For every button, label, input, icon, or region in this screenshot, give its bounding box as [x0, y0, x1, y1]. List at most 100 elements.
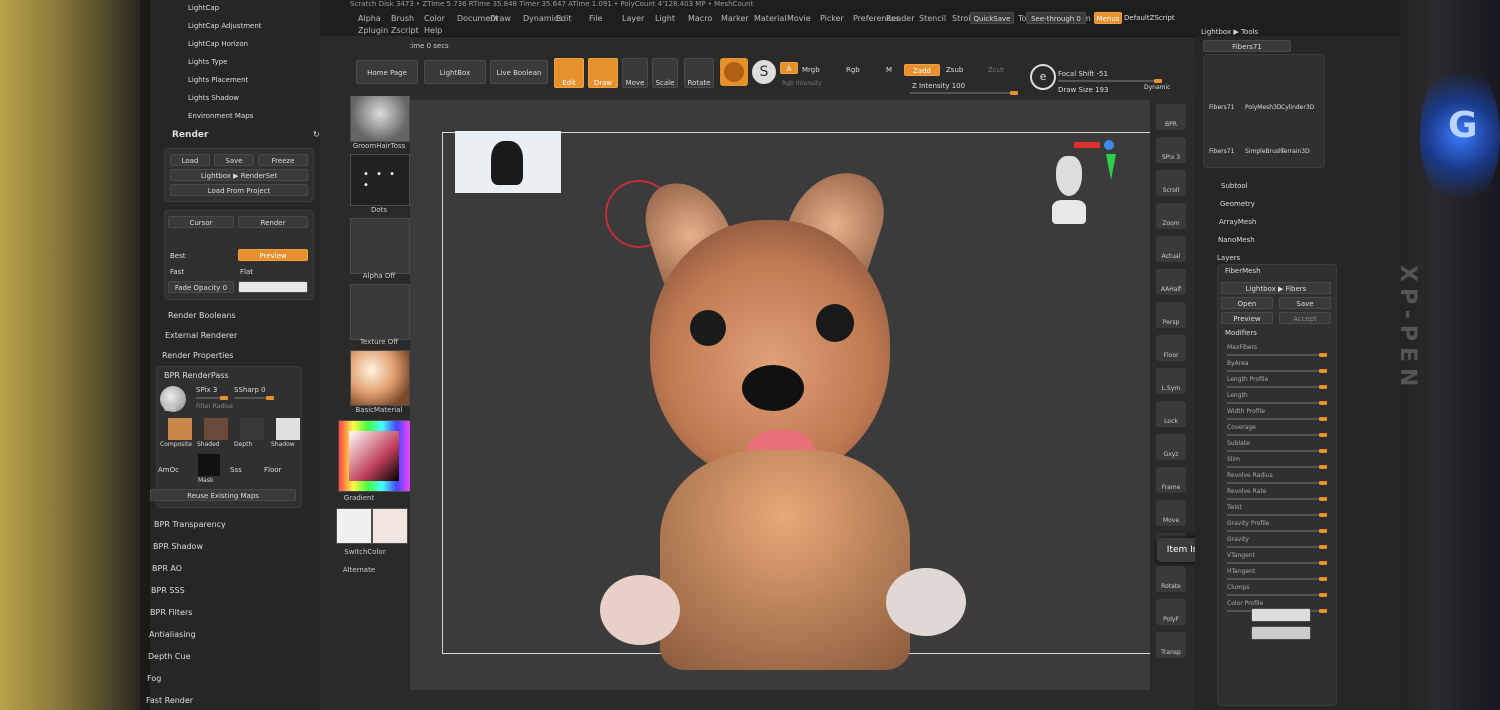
tool-section[interactable]: Geometry	[1220, 200, 1255, 208]
modifier-slider[interactable]	[1227, 481, 1327, 485]
bpr-pass-thumb[interactable]	[204, 418, 228, 440]
tool-thumb-label[interactable]: SimpleBrush	[1245, 148, 1283, 155]
modifier-slider[interactable]	[1227, 545, 1327, 549]
right-shelf-button[interactable]: Transp	[1156, 632, 1186, 658]
render-subsection[interactable]: Render Properties	[162, 351, 233, 360]
modifier-label[interactable]: ByArea	[1227, 360, 1248, 367]
modifier-label[interactable]: Length	[1227, 392, 1248, 399]
modifier-slider[interactable]	[1227, 449, 1327, 453]
menus-button[interactable]: Menus	[1094, 12, 1122, 24]
left-section-item[interactable]: BPR Filters	[150, 608, 192, 617]
modifier-slider[interactable]	[1227, 385, 1327, 389]
left-section-item[interactable]: BPR Transparency	[154, 520, 226, 529]
cursor-button[interactable]: Cursor	[168, 216, 234, 228]
left-menu-item[interactable]: Environment Maps	[188, 112, 253, 120]
modifier-slider[interactable]	[1227, 401, 1327, 405]
left-menu-item[interactable]: LightCap Horizon	[188, 40, 248, 48]
load-button[interactable]: Load	[170, 154, 210, 166]
menu-item-layer[interactable]: Layer	[622, 14, 644, 23]
scale-button[interactable]: Scale	[652, 58, 678, 88]
modifier-label[interactable]: MaxFibers	[1227, 344, 1257, 351]
secondary-color-swatch[interactable]	[372, 508, 408, 544]
tool-section[interactable]: ArrayMesh	[1219, 218, 1256, 226]
preview-button[interactable]: Preview	[238, 249, 308, 261]
tool-thumb-label[interactable]: Fibers71	[1209, 148, 1234, 155]
modifiers-title[interactable]: Modifiers	[1225, 329, 1257, 337]
fast-button[interactable]: Fast	[170, 268, 184, 276]
navigation-thumbnail[interactable]	[455, 131, 561, 193]
alternate-button[interactable]: Alternate	[324, 566, 394, 574]
edit-button[interactable]: Edit	[554, 58, 584, 88]
render-subsection[interactable]: Render Booleans	[168, 311, 236, 320]
z-intensity-slider[interactable]: Z Intensity 100	[912, 82, 965, 90]
lightbox-tools-title[interactable]: Lightbox ▶ Tools	[1201, 28, 1258, 36]
m-toggle[interactable]: M	[886, 66, 892, 74]
modifier-slider[interactable]	[1227, 417, 1327, 421]
draw-size-slider[interactable]: Draw Size 193	[1058, 86, 1108, 94]
bpr-pass-thumb[interactable]	[240, 418, 264, 440]
right-shelf-button[interactable]: Move	[1156, 500, 1186, 526]
menu-item-stencil[interactable]: Stencil	[919, 14, 946, 23]
material-orb-icon[interactable]	[720, 58, 748, 86]
spix-track[interactable]	[196, 396, 228, 400]
menu-item-help[interactable]: Help	[424, 26, 442, 35]
bpr-pass-label[interactable]: Shadow	[271, 441, 295, 448]
menu-item-movie[interactable]: Movie	[787, 14, 811, 23]
focal-shift-slider[interactable]: Focal Shift -51	[1058, 70, 1108, 78]
modifier-label[interactable]: VTangent	[1227, 552, 1255, 559]
best-button[interactable]: Best	[170, 252, 186, 260]
dynamic-toggle[interactable]: Dynamic	[1144, 84, 1170, 91]
zcut-toggle[interactable]: Zcut	[988, 66, 1004, 74]
refresh-icon[interactable]: ↻	[313, 130, 320, 139]
left-section-item[interactable]: Antialiasing	[149, 630, 196, 639]
mrgb-toggle[interactable]: Mrgb	[802, 66, 820, 74]
right-shelf-button[interactable]: Scroll	[1156, 170, 1186, 196]
flat-button[interactable]: Flat	[240, 268, 253, 276]
modifier-label[interactable]: Length Profile	[1227, 376, 1268, 383]
tool-thumb-label[interactable]: Terrain3D	[1281, 148, 1310, 155]
modifier-label[interactable]: Sublate	[1227, 440, 1250, 447]
stroke-thumb[interactable]: • • • •	[350, 154, 410, 206]
tool-section[interactable]: NanoMesh	[1218, 236, 1255, 244]
right-shelf-button[interactable]: Frame	[1156, 467, 1186, 493]
modifier-slider[interactable]	[1227, 529, 1327, 533]
alpha-thumb[interactable]	[350, 218, 410, 274]
focal-shift-track[interactable]	[1058, 79, 1162, 83]
modifier-label[interactable]: Coverage	[1227, 424, 1256, 431]
menu-item-brush[interactable]: Brush	[391, 14, 414, 23]
rotate-button[interactable]: Rotate	[684, 58, 714, 88]
menu-item-zscript[interactable]: Zscript	[391, 26, 419, 35]
modifier-slider[interactable]	[1227, 513, 1327, 517]
menu-item-picker[interactable]: Picker	[820, 14, 844, 23]
modifier-slider[interactable]	[1227, 577, 1327, 581]
mask-thumb[interactable]	[198, 454, 220, 476]
live-boolean-button[interactable]: Live Boolean	[490, 60, 548, 84]
left-menu-item[interactable]: LightCap Adjustment	[188, 22, 262, 30]
tip-color-swatch[interactable]	[1251, 626, 1311, 640]
lightbox-button[interactable]: LightBox	[424, 60, 486, 84]
modifier-slider[interactable]	[1227, 353, 1327, 357]
render-button[interactable]: Render	[238, 216, 308, 228]
edit-mode-icon[interactable]: e	[1030, 64, 1056, 90]
material-thumb[interactable]	[350, 350, 410, 406]
render-title[interactable]: Render	[172, 130, 208, 140]
save-button[interactable]: Save	[214, 154, 254, 166]
menu-item-zplugin[interactable]: Zplugin	[358, 26, 388, 35]
left-section-item[interactable]: Fog	[147, 674, 161, 683]
orientation-head-icon[interactable]	[1048, 156, 1092, 226]
left-menu-item[interactable]: Lights Type	[188, 58, 227, 66]
bpr-pass-label[interactable]: Shaded	[197, 441, 220, 448]
bpr-pass-label[interactable]: Composite	[160, 441, 192, 448]
menu-item-material[interactable]: Material	[754, 14, 787, 23]
accept-button[interactable]: Accept	[1279, 312, 1331, 324]
brush-thumb[interactable]	[350, 90, 410, 142]
gradient-label[interactable]: Gradient	[324, 494, 394, 502]
current-tool-name[interactable]: Fibers71	[1203, 40, 1291, 52]
left-menu-item[interactable]: Lights Shadow	[188, 94, 239, 102]
preview-fibers-button[interactable]: Preview	[1221, 312, 1273, 324]
render-subsection[interactable]: External Renderer	[165, 331, 237, 340]
menu-item-light[interactable]: Light	[655, 14, 675, 23]
fibermesh-title[interactable]: FiberMesh	[1225, 267, 1261, 275]
modifier-slider[interactable]	[1227, 561, 1327, 565]
bpr-pass-thumb[interactable]	[168, 418, 192, 440]
